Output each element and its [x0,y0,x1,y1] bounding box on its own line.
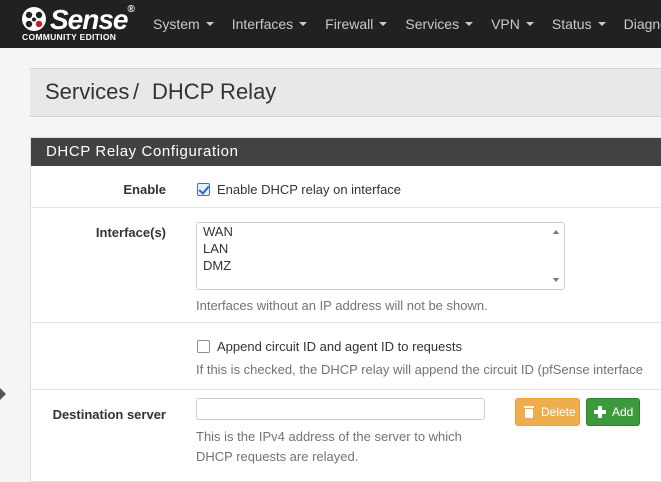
append-circuit-help: If this is checked, the DHCP relay will … [196,362,644,377]
caret-down-icon [205,22,214,26]
nav-services[interactable]: Services [396,0,482,48]
destination-server-label: Destination server [52,407,166,422]
scroll-down-icon[interactable] [553,278,559,282]
nav-status[interactable]: Status [543,0,615,48]
breadcrumb-parent[interactable]: Services [45,79,129,105]
nav-diagnostics[interactable]: Diagnostics [615,0,661,48]
row-divider [31,389,661,390]
enable-checkbox[interactable] [197,183,210,196]
nav-firewall[interactable]: Firewall [316,0,396,48]
interface-option-dmz[interactable]: DMZ [203,258,231,273]
destination-help-line2: DHCP requests are relayed. [196,449,359,464]
caret-down-icon [525,22,534,26]
interfaces-select[interactable]: WAN LAN DMZ [196,222,565,290]
logo-edition: COMMUNITY EDITION [22,32,117,42]
trash-icon [523,406,535,418]
dhcp-relay-panel: DHCP Relay Configuration Enable Enable D… [30,137,661,482]
nav-system[interactable]: System [144,0,223,48]
caret-down-icon [465,22,474,26]
top-navbar: Sense® COMMUNITY EDITION System Interfac… [0,0,661,48]
scroll-up-icon[interactable] [553,230,559,234]
breadcrumb: Services / DHCP Relay [30,68,661,117]
interfaces-label: Interface(s) [95,225,166,240]
enable-label: Enable [123,182,166,197]
interfaces-help: Interfaces without an IP address will no… [196,298,488,313]
mouse-cursor-icon [0,388,6,400]
interface-option-wan[interactable]: WAN [203,224,233,239]
panel-title: DHCP Relay Configuration [31,138,661,166]
pfsense-logo[interactable]: Sense® COMMUNITY EDITION [20,4,135,44]
destination-server-input[interactable] [196,398,485,420]
plus-icon [594,406,606,418]
nav-interfaces[interactable]: Interfaces [223,0,316,48]
row-divider [31,207,661,208]
breadcrumb-separator: / [133,79,140,104]
interface-option-lan[interactable]: LAN [203,241,228,256]
delete-button[interactable]: Delete [515,398,580,426]
destination-help-line1: This is the IPv4 address of the server t… [196,429,462,444]
caret-down-icon [299,22,308,26]
main-menu: System Interfaces Firewall Services VPN … [144,0,661,48]
page-title: DHCP Relay [152,79,277,104]
caret-down-icon [379,22,388,26]
add-button[interactable]: Add [586,398,640,426]
delete-button-label: Delete [541,405,576,419]
append-circuit-label: Append circuit ID and agent ID to reques… [217,339,462,354]
nav-vpn[interactable]: VPN [482,0,543,48]
add-button-label: Add [612,405,634,419]
enable-checkbox-label: Enable DHCP relay on interface [217,182,402,197]
row-divider [31,322,661,323]
logo-mark-icon [22,7,46,31]
checkmark-icon [198,183,210,195]
caret-down-icon [597,22,606,26]
append-circuit-checkbox[interactable] [197,340,210,353]
